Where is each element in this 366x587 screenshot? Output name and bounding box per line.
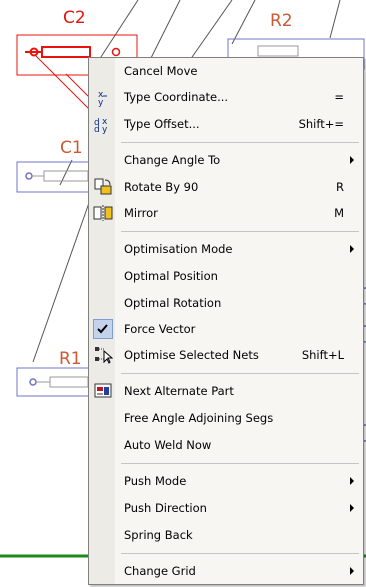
ref-label-r1: R1 bbox=[59, 349, 82, 369]
menu-item-change-angle-to[interactable]: Change Angle To bbox=[90, 147, 362, 173]
svg-text:y: y bbox=[102, 125, 108, 134]
menu-item-label: Push Direction bbox=[124, 501, 207, 515]
submenu-arrow-icon bbox=[350, 477, 354, 485]
ref-label-c1: C1 bbox=[60, 138, 83, 158]
menu-item-force-vector[interactable]: Force Vector bbox=[90, 316, 362, 342]
menu-item-label: Free Angle Adjoining Segs bbox=[124, 411, 274, 425]
menu-item-label: Change Grid bbox=[124, 564, 196, 578]
menu-item-optimal-rotation[interactable]: Optimal Rotation bbox=[90, 290, 362, 316]
menu-item-label: Optimisation Mode bbox=[124, 242, 233, 256]
menu-item-push-direction[interactable]: Push Direction bbox=[90, 495, 362, 521]
checkmark-icon bbox=[93, 319, 113, 339]
menu-item-label: Optimise Selected Nets bbox=[124, 348, 259, 362]
menu-separator bbox=[121, 553, 359, 554]
menu-item-label: Type Coordinate... bbox=[124, 90, 229, 104]
submenu-arrow-icon bbox=[350, 504, 354, 512]
menu-item-label: Spring Back bbox=[124, 528, 193, 542]
menu-separator bbox=[121, 231, 359, 232]
menu-item-label: Rotate By 90 bbox=[124, 180, 199, 194]
menu-item-shortcut: M bbox=[334, 206, 344, 220]
menu-item-label: Change Angle To bbox=[124, 153, 221, 167]
menu-item-cancel-move[interactable]: Cancel Move bbox=[90, 58, 362, 84]
menu-item-type-offset[interactable]: d x d y Type Offset... Shift+= bbox=[90, 111, 362, 137]
menu-item-label: Type Offset... bbox=[124, 117, 200, 131]
type-offset-icon: dxdy bbox=[93, 114, 113, 135]
menu-item-label: Auto Weld Now bbox=[124, 438, 212, 452]
svg-text:d: d bbox=[94, 125, 100, 134]
context-menu: Cancel Move x y Type Coordinate... = d x d y Type… bbox=[88, 57, 364, 585]
component-r1[interactable] bbox=[16, 367, 90, 397]
ref-label-c2: C2 bbox=[63, 8, 86, 28]
menu-item-label: Mirror bbox=[124, 206, 158, 220]
menu-item-optimise-selected-nets[interactable]: Optimise Selected Nets Shift+L bbox=[90, 342, 362, 368]
menu-item-shortcut: Shift+= bbox=[298, 117, 344, 131]
menu-item-label: Push Mode bbox=[124, 474, 187, 488]
menu-item-free-angle-adjoining-segs[interactable]: Free Angle Adjoining Segs bbox=[90, 405, 362, 431]
svg-text:y: y bbox=[98, 98, 104, 107]
menu-item-change-grid[interactable]: Change Grid bbox=[90, 558, 362, 584]
submenu-arrow-icon bbox=[350, 567, 354, 575]
menu-separator bbox=[121, 373, 359, 374]
menu-item-label: Cancel Move bbox=[124, 64, 198, 78]
rotate-icon bbox=[93, 177, 113, 197]
menu-item-label: Force Vector bbox=[124, 322, 196, 336]
component-c1[interactable] bbox=[16, 161, 90, 193]
optimise-nets-icon bbox=[93, 345, 114, 365]
menu-separator bbox=[121, 463, 359, 464]
menu-item-shortcut: Shift+L bbox=[301, 348, 344, 362]
menu-item-label: Optimal Rotation bbox=[124, 296, 222, 310]
menu-item-mirror[interactable]: Mirror M bbox=[90, 200, 362, 226]
menu-item-auto-weld-now[interactable]: Auto Weld Now bbox=[90, 432, 362, 458]
menu-item-label: Optimal Position bbox=[124, 269, 218, 283]
submenu-arrow-icon bbox=[350, 156, 354, 164]
alternate-part-icon bbox=[93, 381, 113, 401]
menu-item-spring-back[interactable]: Spring Back bbox=[90, 522, 362, 548]
menu-item-label: Next Alternate Part bbox=[124, 384, 234, 398]
menu-item-shortcut: = bbox=[334, 90, 344, 104]
submenu-arrow-icon bbox=[350, 245, 354, 253]
mirror-icon bbox=[93, 203, 113, 223]
menu-item-rotate-by-90[interactable]: Rotate By 90 R bbox=[90, 174, 362, 200]
type-coordinate-icon: xy bbox=[93, 87, 113, 108]
menu-item-type-coordinate[interactable]: x y Type Coordinate... = bbox=[90, 84, 362, 110]
ref-label-r2: R2 bbox=[270, 11, 293, 31]
menu-item-push-mode[interactable]: Push Mode bbox=[90, 468, 362, 494]
menu-item-shortcut: R bbox=[336, 180, 344, 194]
menu-separator bbox=[121, 142, 359, 143]
menu-item-optimal-position[interactable]: Optimal Position bbox=[90, 263, 362, 289]
menu-item-next-alternate-part[interactable]: Next Alternate Part bbox=[90, 378, 362, 404]
menu-item-optimisation-mode[interactable]: Optimisation Mode bbox=[90, 236, 362, 262]
